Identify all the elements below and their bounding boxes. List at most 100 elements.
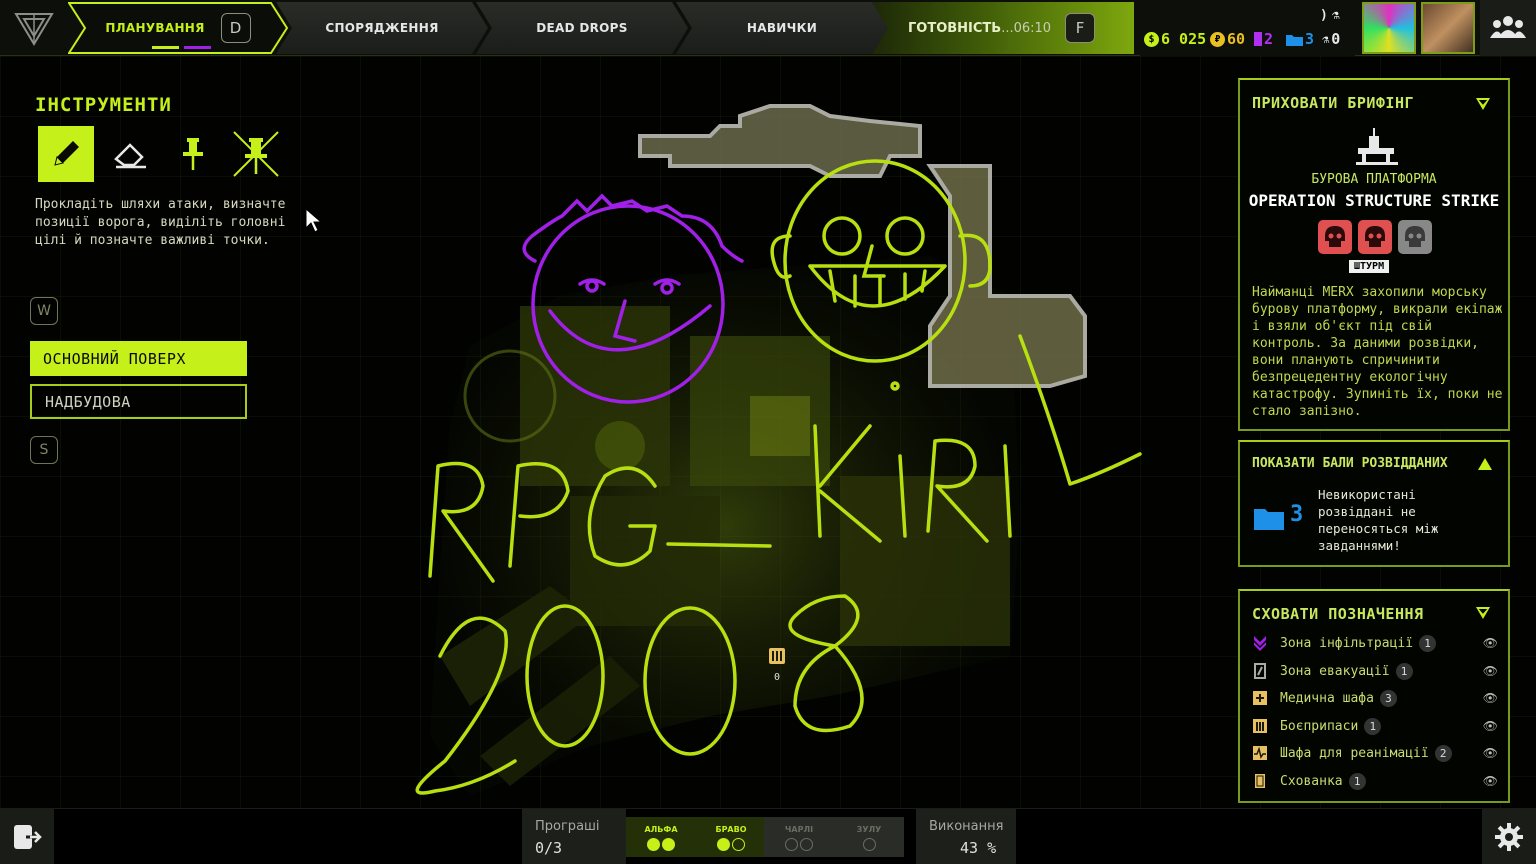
intel-value: 3 — [1305, 30, 1315, 48]
pin-tool[interactable] — [165, 126, 221, 182]
briefing-panel: ПРИХОВАТИ БРИФІНГ БУРОВА ПЛАТФОРМА OPERA… — [1238, 78, 1510, 431]
eye-icon[interactable]: 👁 — [1483, 719, 1498, 733]
top-bar: ПЛАНУВАННЯ D СПОРЯДЖЕННЯ DEAD DROPS НАВИ… — [0, 0, 1536, 56]
oil-rig-icon — [1356, 128, 1398, 165]
eye-icon[interactable]: 👁 — [1483, 774, 1498, 788]
money-icon: $ — [1144, 31, 1159, 47]
tab-planning-underline-green — [152, 46, 179, 49]
floor-superstructure-button[interactable]: НАДБУДОВА — [30, 384, 247, 419]
team-slot-empty — [785, 838, 798, 851]
completion-value: 43 % — [960, 839, 997, 857]
team-label: ЗУЛУ — [856, 825, 882, 834]
tab-planning-label: ПЛАНУВАННЯ — [105, 21, 205, 35]
legend-item-stash[interactable]: Схованка 1 👁 — [1252, 771, 1498, 791]
team-slot-filled — [717, 838, 730, 851]
intel-folder-icon — [1254, 509, 1284, 530]
legend-label: Шафа для реанімації — [1280, 745, 1429, 761]
pencil-tool[interactable] — [38, 126, 94, 182]
tab-planning-key: D — [221, 13, 251, 43]
tab-equipment[interactable]: СПОРЯДЖЕННЯ — [276, 2, 488, 54]
floor-main-button[interactable]: ОСНОВНИЙ ПОВЕРХ — [30, 341, 247, 376]
legend-count: 1 — [1348, 772, 1366, 790]
gold-value: 60 — [1227, 30, 1246, 48]
briefing-toggle-label[interactable]: ПРИХОВАТИ БРИФІНГ — [1252, 94, 1414, 112]
tab-planning-underline-purple — [184, 46, 211, 49]
team-slot-filled — [647, 838, 660, 851]
tools-title: ІНСТРУМЕНТИ — [35, 94, 172, 116]
squad-button[interactable] — [1480, 0, 1536, 56]
squad-icon — [1490, 16, 1526, 38]
eye-icon[interactable]: 👁 — [1483, 691, 1498, 705]
floor-up-key: W — [30, 297, 58, 325]
tab-skills[interactable]: НАВИЧКИ — [676, 2, 888, 54]
eye-icon[interactable]: 👁 — [1483, 746, 1498, 760]
money-display: $ 6 025 — [1144, 30, 1206, 48]
ammo-icon — [1253, 719, 1267, 733]
losses-label: Програші — [535, 819, 600, 834]
gold-display: ₽ 60 — [1210, 30, 1245, 48]
eraser-icon — [114, 143, 146, 169]
medkit-icon — [1253, 691, 1267, 705]
player-avatar-2[interactable] — [1421, 2, 1475, 54]
exit-button[interactable] — [0, 809, 54, 864]
counter-a: ) ⚗ — [1320, 8, 1340, 23]
legend-item-revive[interactable]: Шафа для реанімації 2 👁 — [1252, 743, 1498, 763]
counter-b: ⚗ 0 — [1322, 30, 1341, 48]
counter-b-value: 0 — [1331, 30, 1341, 48]
ready-button[interactable]: ГОТОВНІСТЬ ...06:10 F — [872, 2, 1134, 54]
completion-panel: Виконання 43 % — [916, 809, 1016, 864]
legend-label: Зона інфільтрації — [1280, 635, 1414, 651]
purple-icon — [1254, 32, 1262, 46]
team-indicator: ЧАРЛІ — [764, 816, 834, 862]
expand-triangle-icon[interactable] — [1478, 458, 1492, 470]
ready-timer: ...06:10 — [1001, 20, 1052, 36]
briefing-text: Найманці MERX захопили морську бурову пл… — [1252, 285, 1503, 419]
floor-down-key: S — [30, 436, 58, 464]
team-indicator: АЛЬФА — [626, 816, 696, 862]
gold-icon: ₽ — [1210, 31, 1225, 47]
eye-icon[interactable]: 👁 — [1483, 636, 1498, 650]
tactical-map[interactable]: 0 — [410, 96, 1150, 816]
ammo-map-marker[interactable] — [769, 648, 785, 664]
intel-toggle-label[interactable]: ПОКАЗАТИ БАЛИ РОЗВІДДАНИХ — [1252, 456, 1448, 471]
exit-icon — [14, 825, 42, 849]
clear-all-tool[interactable] — [228, 126, 284, 182]
ready-label: ГОТОВНІСТЬ — [908, 20, 1002, 36]
folder-icon — [1286, 34, 1303, 46]
tab-dead-drops[interactable]: DEAD DROPS — [476, 2, 688, 54]
settings-button[interactable] — [1482, 809, 1536, 864]
intel-panel: ПОКАЗАТИ БАЛИ РОЗВІДДАНИХ 3 Невикористан… — [1238, 440, 1510, 567]
legend-item-medkit[interactable]: Медична шафа 3 👁 — [1252, 688, 1498, 708]
ready-key: F — [1065, 13, 1096, 43]
legend-label: Боєприпаси — [1280, 718, 1359, 734]
skull-icon — [1358, 220, 1392, 254]
ammo-marker-count: 0 — [774, 672, 780, 683]
eraser-tool[interactable] — [102, 126, 158, 182]
team-slot-empty — [800, 838, 813, 851]
team-label: ЧАРЛІ — [784, 825, 814, 834]
losses-panel: Програші 0/3 — [522, 809, 626, 864]
tools-description: Прокладіть шляхи атаки, визначте позиції… — [35, 197, 286, 248]
losses-value: 0/3 — [535, 839, 563, 857]
legend-label: Схованка — [1280, 773, 1343, 789]
legend-item-infiltration[interactable]: Зона інфільтрації 1 👁 — [1252, 633, 1498, 653]
intel-display: 3 — [1286, 30, 1314, 48]
difficulty-skulls — [1318, 220, 1432, 254]
currency-panel: $ 6 025 ₽ 60 2 3 ) ⚗ ⚗ 0 — [1140, 0, 1355, 56]
team-slot-empty — [732, 838, 745, 851]
tab-equipment-label: СПОРЯДЖЕННЯ — [325, 21, 439, 35]
completion-label: Виконання — [929, 819, 1004, 834]
team-label: БРАВО — [715, 825, 747, 834]
player-avatar-1[interactable] — [1362, 2, 1416, 54]
legend-label: Зона евакуації — [1280, 663, 1390, 679]
clear-all-icon — [233, 131, 279, 177]
eye-icon[interactable]: 👁 — [1483, 664, 1498, 678]
legend-count: 1 — [1364, 717, 1382, 735]
legend-item-ammo[interactable]: Боєприпаси 1 👁 — [1252, 716, 1498, 736]
legend-item-extraction[interactable]: Зона евакуації 1 👁 — [1252, 661, 1498, 681]
intel-count: 3 — [1290, 502, 1304, 527]
infiltration-icon — [1254, 636, 1266, 651]
legend-toggle-label[interactable]: СХОВАТИ ПОЗНАЧЕННЯ — [1252, 605, 1424, 623]
purple-value: 2 — [1264, 30, 1274, 48]
team-label: АЛЬФА — [644, 825, 678, 834]
